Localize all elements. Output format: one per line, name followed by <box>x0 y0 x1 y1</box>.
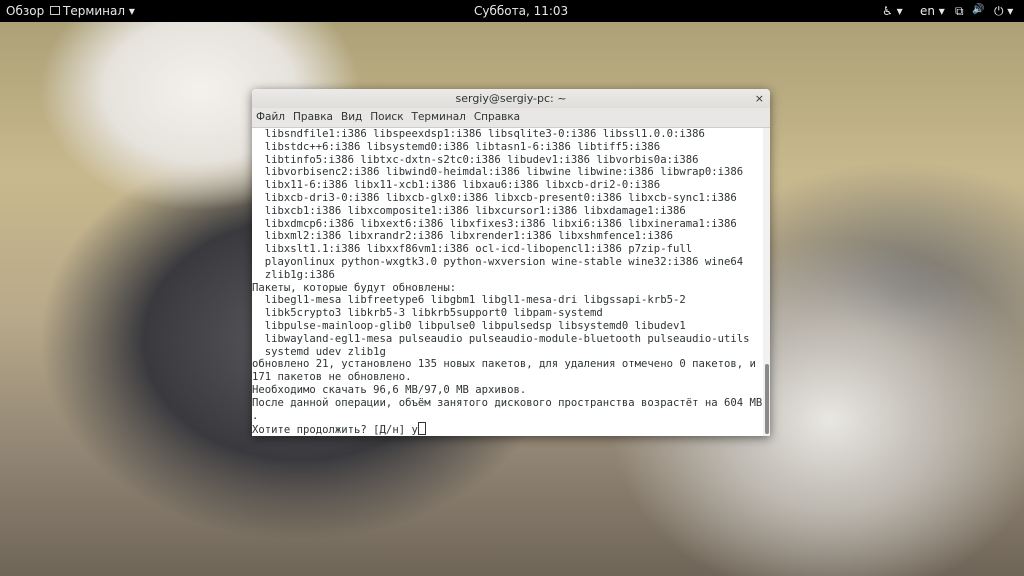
terminal-line: libpulse-mainloop-glib0 libpulse0 libpul… <box>252 319 686 332</box>
title-bar[interactable]: sergiy@sergiy-pc: ~ × <box>252 89 770 108</box>
terminal-window: sergiy@sergiy-pc: ~ × Файл Правка Вид Поиск… <box>252 89 770 436</box>
app-menu-label: Терминал ▾ <box>63 4 135 18</box>
terminal-line: systemd udev zlib1g <box>252 345 386 358</box>
terminal-line: libxcb1:i386 libxcomposite1:i386 libxcur… <box>252 204 686 217</box>
menu-edit[interactable]: Правка <box>293 111 333 123</box>
cursor <box>417 422 426 436</box>
menu-search[interactable]: Поиск <box>370 111 403 123</box>
close-icon[interactable]: × <box>755 89 764 108</box>
menu-view[interactable]: Вид <box>341 111 362 123</box>
terminal-output[interactable]: libsndfile1:i386 libspeexdsp1:i386 libsq… <box>252 128 763 436</box>
terminal-line: libegl1-mesa libfreetype6 libgbm1 libgl1… <box>252 294 686 307</box>
terminal-line: libk5crypto3 libkrb5-3 libkrb5support0 l… <box>252 307 603 320</box>
app-menu[interactable]: Терминал ▾ <box>50 4 135 18</box>
terminal-line: libxdmcp6:i386 libxext6:i386 libxfixes3:… <box>252 217 737 230</box>
window-title: sergiy@sergiy-pc: ~ <box>455 92 567 105</box>
terminal-line: После данной операции, объём занятого ди… <box>252 396 763 409</box>
terminal-line: libx11-6:i386 libx11-xcb1:i386 libxau6:i… <box>252 179 661 192</box>
language-selector[interactable]: en ▾ <box>920 4 945 18</box>
network-icon[interactable]: ⧉ <box>955 4 964 19</box>
volume-icon[interactable]: 🔊 <box>972 4 984 15</box>
scrollbar-thumb[interactable] <box>765 364 769 434</box>
prompt-text: Хотите продолжить? [Д/н] y <box>252 424 418 436</box>
terminal-line: Необходимо скачать 96,6 MB/97,0 MB архив… <box>252 383 527 396</box>
terminal-line: libxslt1.1:i386 libxxf86vm1:i386 ocl-icd… <box>252 243 693 256</box>
activities-button[interactable]: Обзор <box>6 4 44 18</box>
terminal-line: libxcb-dri3-0:i386 libxcb-glx0:i386 libx… <box>252 191 737 204</box>
terminal-line: zlib1g:i386 <box>252 268 335 281</box>
terminal-line: libwayland-egl1-mesa pulseaudio pulseaud… <box>252 332 750 345</box>
terminal-line: Пакеты, которые будут обновлены: <box>252 281 457 294</box>
terminal-line: libxml2:i386 libxrandr2:i386 libxrender1… <box>252 230 673 243</box>
power-icon[interactable]: ⏻ ▾ <box>994 4 1013 19</box>
terminal-icon <box>50 6 60 15</box>
top-bar: Обзор Терминал ▾ Суббота, 11:03 ♿ ▾ en ▾… <box>0 0 1024 22</box>
menu-help[interactable]: Справка <box>474 111 520 123</box>
prompt-line[interactable]: Хотите продолжить? [Д/н] y <box>252 422 763 436</box>
terminal-line: playonlinux python-wxgtk3.0 python-wxver… <box>252 255 744 268</box>
terminal-line: libsndfile1:i386 libspeexdsp1:i386 libsq… <box>252 128 705 140</box>
accessibility-icon[interactable]: ♿ ▾ <box>882 4 903 18</box>
terminal-line: libstdc++6:i386 libsystemd0:i386 libtasn… <box>252 140 661 153</box>
terminal-line: libvorbisenc2:i386 libwind0-heimdal:i386… <box>252 166 744 179</box>
terminal-line: 171 пакетов не обновлено. <box>252 371 412 384</box>
menu-terminal[interactable]: Терминал <box>412 111 466 123</box>
clock[interactable]: Суббота, 11:03 <box>474 4 568 18</box>
menu-file[interactable]: Файл <box>256 111 285 123</box>
menu-bar: Файл Правка Вид Поиск Терминал Справка <box>252 108 770 128</box>
terminal-line: обновлено 21, установлено 135 новых паке… <box>252 358 756 371</box>
scrollbar[interactable] <box>763 128 770 436</box>
terminal-line: . <box>252 409 259 422</box>
terminal-line: libtinfo5:i386 libtxc-dxtn-s2tc0:i386 li… <box>252 153 699 166</box>
